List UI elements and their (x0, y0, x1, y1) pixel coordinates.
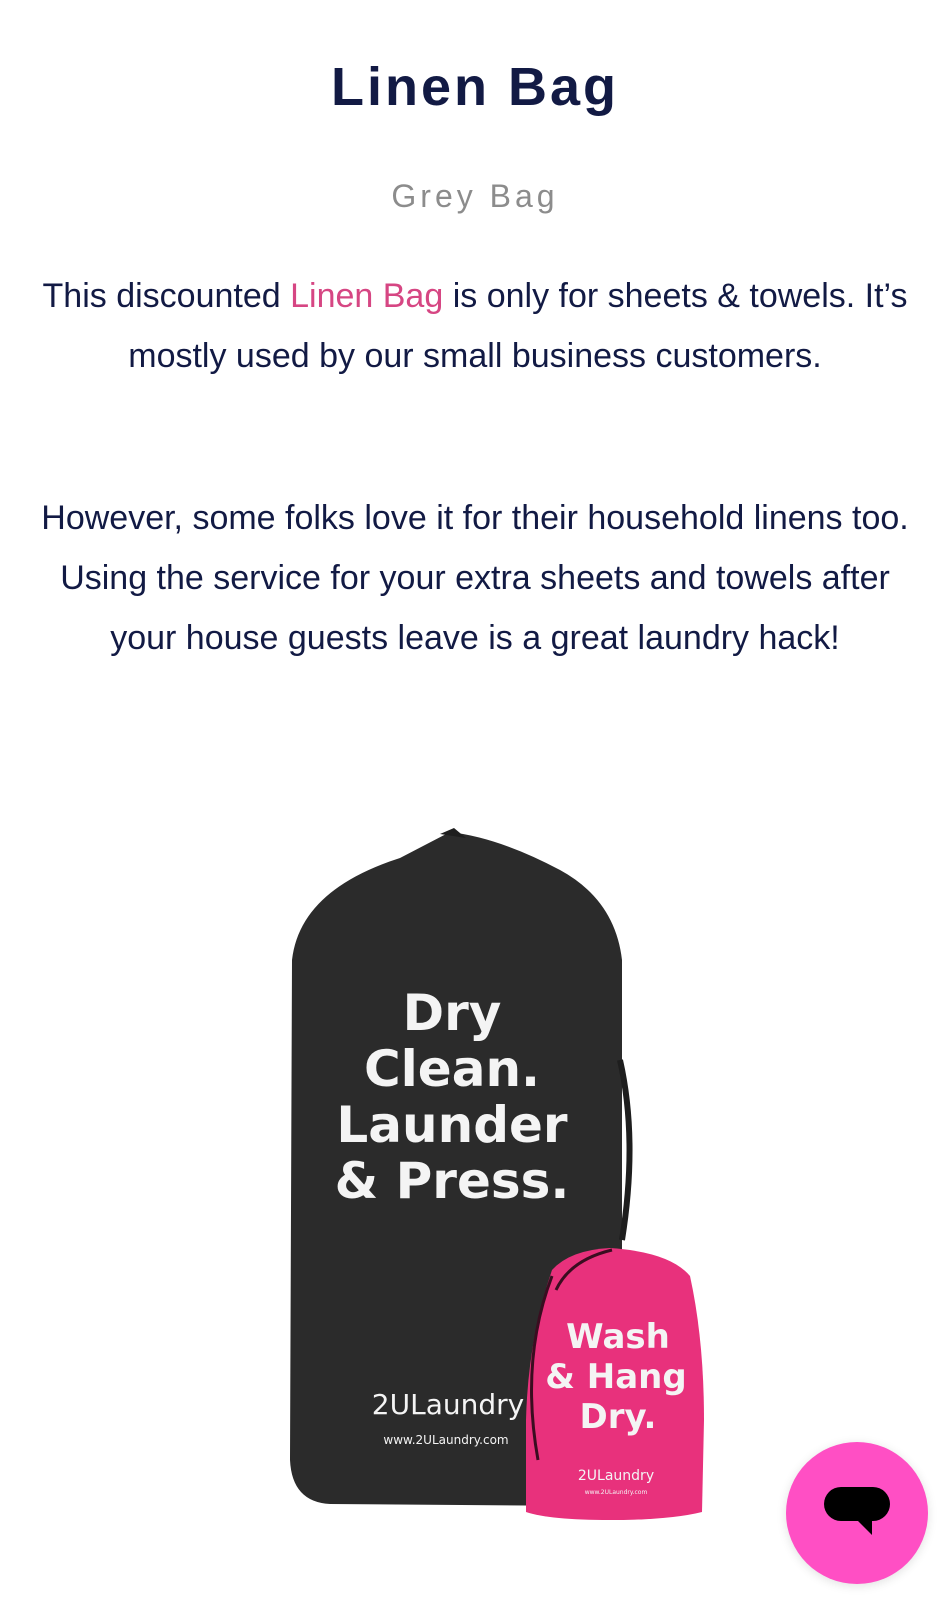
pink-bag-url: www.2ULaundry.com (585, 1489, 648, 1496)
linen-bag-link[interactable]: Linen Bag (290, 277, 443, 315)
description-paragraph-1: This discounted Linen Bag is only for sh… (40, 266, 910, 386)
product-image: Dry Clean. Launder & Press. 2ULaundry ww… (270, 820, 730, 1540)
description-paragraph-2: However, some folks love it for their ho… (41, 499, 909, 657)
page-title: Linen Bag (330, 57, 619, 117)
page: Linen Bag Grey Bag This discounted Linen… (0, 0, 950, 1600)
pink-bag: Wash & Hang Dry. 2ULaundry www.2ULaundry… (526, 1248, 704, 1520)
black-bag-brand: 2ULaundry (372, 1388, 524, 1421)
pink-bag-line-2: & Hang (545, 1357, 686, 1397)
chat-bubble-icon (824, 1487, 890, 1535)
black-bag-line-1: Dry (403, 984, 502, 1042)
pink-bag-line-1: Wash (566, 1317, 670, 1357)
pink-bag-line-3: Dry. (580, 1397, 657, 1437)
subtitle: Grey Bag (391, 178, 559, 214)
paragraph-1-text-start: This discounted (42, 277, 291, 315)
black-bag-line-3: Launder (336, 1096, 567, 1154)
black-bag-url: www.2ULaundry.com (383, 1433, 508, 1447)
pink-bag-brand: 2ULaundry (578, 1468, 654, 1484)
black-bag-line-2: Clean. (364, 1040, 540, 1098)
chat-button[interactable] (786, 1442, 928, 1584)
black-bag-line-4: & Press. (335, 1152, 570, 1210)
